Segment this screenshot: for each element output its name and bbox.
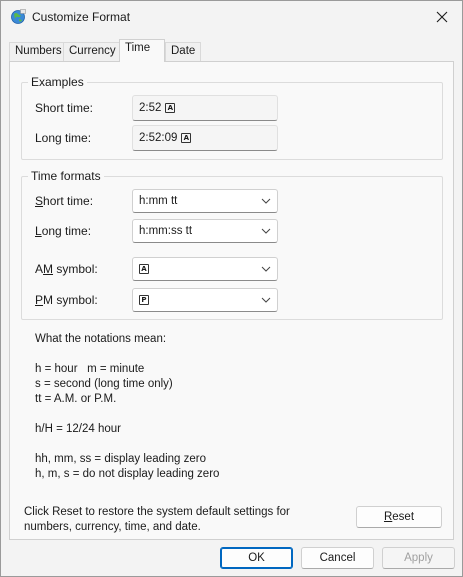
reset-button[interactable]: Reset [356,506,442,528]
example-long-value: 2:52:09 A [132,125,278,151]
chevron-down-icon [261,228,271,234]
long-time-value: h:mm:ss tt [139,225,193,237]
chevron-down-icon [261,198,271,204]
notes-line: h/H = 12/24 hour [35,423,121,435]
customize-format-dialog: Customize Format Numbers Currency Time D… [0,0,463,577]
notes-heading: What the notations mean: [35,333,167,345]
title-bar[interactable]: Customize Format [1,1,462,33]
am-symbol-label: AM symbol: [35,262,98,276]
cancel-button[interactable]: Cancel [301,547,374,569]
reset-description: Click Reset to restore the system defaul… [24,505,324,535]
notes-line: h = hour m = minute [35,363,145,375]
close-button[interactable] [428,4,456,30]
tab-time[interactable]: Time [119,39,165,62]
notes-line: s = second (long time only) [35,378,173,390]
notes-line: tt = A.M. or P.M. [35,393,117,405]
ok-button[interactable]: OK [220,547,293,569]
regional-globe-icon [11,9,26,24]
window-title: Customize Format [32,10,131,24]
chevron-down-icon [261,266,271,272]
tab-numbers[interactable]: Numbers [9,42,68,61]
pm-symbol-label: PM symbol: [35,293,98,307]
pm-symbol-combo[interactable]: P [132,288,278,312]
short-time-combo[interactable]: h:mm tt [132,189,278,213]
chevron-down-icon [261,297,271,303]
example-short-label: Short time: [35,101,94,115]
reset-text-line: numbers, currency, time, and date. [24,521,201,533]
time-tab-panel: Examples Short time: 2:52 A Long time: 2… [9,61,454,540]
notes-line: hh, mm, ss = display leading zero [35,453,206,465]
time-formats-group: Time formats Short time: h:mm tt Long ti… [21,169,443,320]
short-time-value: h:mm tt [139,195,178,207]
example-long-text: 2:52:09 [139,132,178,144]
pm-symbol-icon: P [139,295,149,305]
apply-button[interactable]: Apply [382,547,455,569]
am-symbol-icon: A [139,264,149,274]
close-icon [436,11,448,23]
am-symbol-combo[interactable]: A [132,257,278,281]
long-time-label: Long time: [35,224,92,238]
time-formats-legend: Time formats [28,169,104,183]
example-long-label: Long time: [35,131,92,145]
tab-date[interactable]: Date [165,42,201,61]
tab-currency[interactable]: Currency [63,42,122,61]
am-symbol-icon: A [181,133,192,143]
examples-group: Examples Short time: 2:52 A Long time: 2… [21,75,443,160]
example-short-text: 2:52 [139,102,162,114]
short-time-label: Short time: [35,194,94,208]
examples-legend: Examples [28,75,87,89]
long-time-combo[interactable]: h:mm:ss tt [132,219,278,243]
notes-line: h, m, s = do not display leading zero [35,468,220,480]
reset-text-line: Click Reset to restore the system defaul… [24,506,290,518]
am-symbol-icon: A [165,103,176,113]
example-short-value: 2:52 A [132,95,278,121]
notation-notes: What the notations mean: h = hour m = mi… [35,332,219,482]
